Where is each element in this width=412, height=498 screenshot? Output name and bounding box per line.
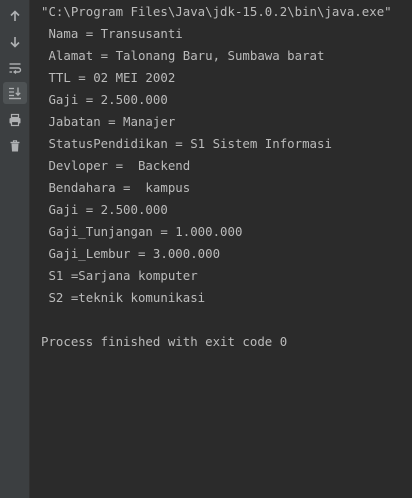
output-line: TTL = 02 MEI 2002 xyxy=(41,70,176,85)
soft-wrap-button[interactable] xyxy=(3,57,27,79)
up-stack-trace-button[interactable] xyxy=(3,5,27,27)
output-line: Gaji_Lembur = 3.000.000 xyxy=(41,246,221,261)
output-line: Gaji = 2.500.000 xyxy=(41,202,168,217)
output-line: Gaji = 2.500.000 xyxy=(41,92,168,107)
output-line: Nama = Transusanti xyxy=(41,26,183,41)
print-icon xyxy=(9,113,21,127)
output-line: S2 =teknik komunikasi xyxy=(41,290,206,305)
scroll-to-end-icon xyxy=(9,87,21,100)
process-exit-message: Process finished with exit code 0 xyxy=(41,334,288,349)
soft-wrap-icon xyxy=(9,63,22,74)
down-stack-trace-button[interactable] xyxy=(3,31,27,53)
output-line: Devloper = Backend xyxy=(41,158,191,173)
arrow-down-icon xyxy=(10,37,20,48)
command-line: "C:\Program Files\Java\jdk-15.0.2\bin\ja… xyxy=(41,4,392,19)
output-line: Bendahara = kampus xyxy=(41,180,191,195)
run-console: "C:\Program Files\Java\jdk-15.0.2\bin\ja… xyxy=(0,0,412,498)
trash-icon xyxy=(10,140,20,152)
console-toolbar xyxy=(0,0,30,498)
arrow-up-icon xyxy=(10,10,20,21)
clear-all-button[interactable] xyxy=(3,135,27,157)
console-output[interactable]: "C:\Program Files\Java\jdk-15.0.2\bin\ja… xyxy=(31,0,412,498)
output-line: Gaji_Tunjangan = 1.000.000 xyxy=(41,224,243,239)
print-button[interactable] xyxy=(3,109,27,131)
output-line: S1 =Sarjana komputer xyxy=(41,268,198,283)
output-line: Alamat = Talonang Baru, Sumbawa barat xyxy=(41,48,325,63)
scroll-to-end-button[interactable] xyxy=(3,82,27,104)
output-line: Jabatan = Manajer xyxy=(41,114,176,129)
output-line: StatusPendidikan = S1 Sistem Informasi xyxy=(41,136,332,151)
